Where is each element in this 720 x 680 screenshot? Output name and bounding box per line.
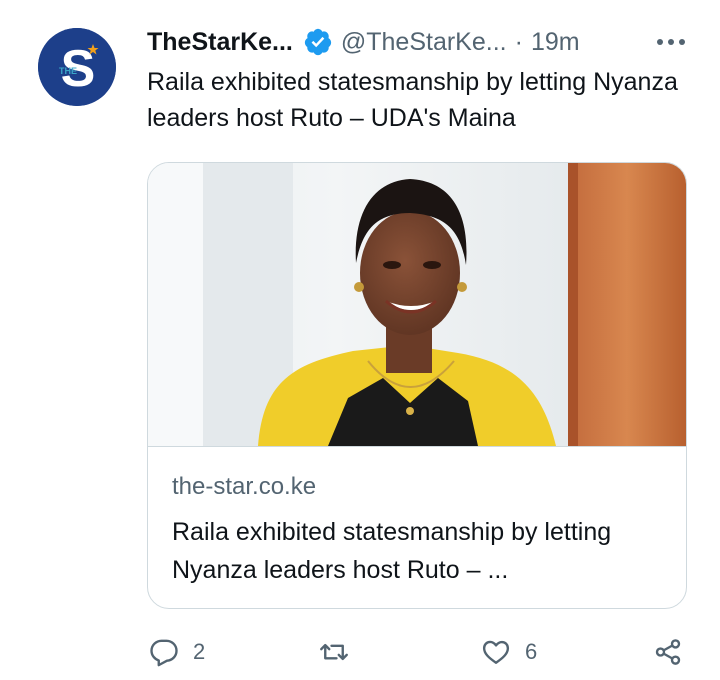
svg-text:THE: THE (59, 66, 77, 76)
like-button[interactable]: 6 (481, 632, 537, 672)
card-title: Raila exhibited statesmanship by letting… (172, 518, 612, 584)
display-name[interactable]: TheStarKe... (147, 28, 293, 57)
action-bar: 2 6 (147, 632, 687, 672)
retweet-button[interactable] (317, 632, 351, 672)
like-count: 6 (525, 639, 538, 664)
more-options-icon[interactable] (656, 22, 686, 62)
handle[interactable]: @TheStarKe... (341, 28, 507, 57)
tweet-text: Raila exhibited statesmanship by letting… (147, 68, 678, 132)
reply-button[interactable]: 2 (149, 632, 205, 672)
reply-icon (149, 637, 179, 667)
timestamp[interactable]: 19m (531, 28, 580, 57)
avatar[interactable]: S THE (38, 28, 116, 106)
separator-dot: · (514, 27, 523, 56)
the-star-logo-icon: S THE (38, 28, 116, 106)
card-divider (148, 446, 686, 447)
article-image[interactable] (148, 163, 686, 446)
heart-icon (481, 637, 511, 667)
retweet-icon (317, 637, 351, 667)
link-preview-card[interactable]: the-star.co.ke Raila exhibited statesman… (147, 162, 687, 609)
card-domain: the-star.co.ke (172, 473, 317, 500)
share-button[interactable] (653, 632, 683, 672)
verified-badge-icon (303, 27, 333, 57)
tweet-header: TheStarKe... @TheStarKe... · 19m (147, 22, 692, 62)
share-icon (653, 637, 683, 667)
reply-count: 2 (193, 639, 206, 664)
